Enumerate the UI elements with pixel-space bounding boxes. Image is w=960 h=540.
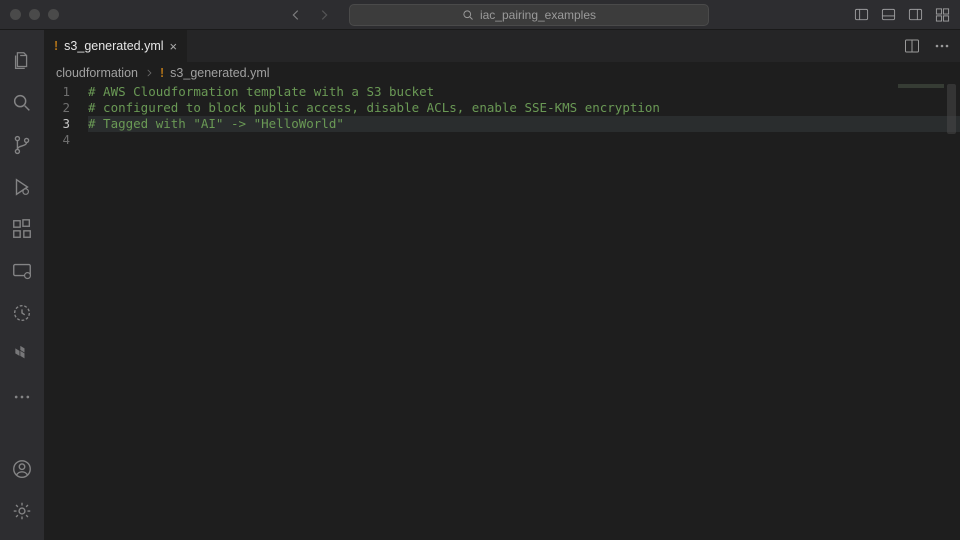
line-content[interactable]: # AWS Cloudformation template with a S3 … — [88, 84, 960, 100]
line-content[interactable]: # Tagged with "AI" -> "HelloWorld" — [88, 116, 960, 132]
search-tab[interactable] — [0, 82, 44, 124]
chevron-right-icon — [144, 68, 154, 78]
editor-line[interactable]: 3# Tagged with "AI" -> "HelloWorld" — [44, 116, 960, 132]
clock-icon — [11, 302, 33, 324]
ellipsis-icon — [12, 387, 32, 407]
titlebar: iac_pairing_examples — [0, 0, 960, 30]
titlebar-layout-controls — [854, 7, 950, 22]
scrollbar[interactable] — [947, 84, 956, 134]
tab-filename: s3_generated.yml — [64, 39, 163, 53]
editor-line[interactable]: 2# configured to block public access, di… — [44, 100, 960, 116]
remote-icon — [11, 260, 33, 282]
yaml-file-icon: ! — [54, 39, 58, 53]
customize-layout-icon[interactable] — [935, 7, 950, 22]
toggle-panel-icon[interactable] — [881, 7, 896, 22]
files-icon — [11, 50, 33, 72]
extensions-tab[interactable] — [0, 208, 44, 250]
terraform-icon — [12, 345, 32, 365]
tab-s3-generated[interactable]: ! s3_generated.yml × — [44, 30, 188, 62]
accounts-button[interactable] — [0, 448, 44, 490]
activity-bar — [0, 30, 44, 540]
yaml-file-icon: ! — [160, 66, 164, 80]
timeline-tab[interactable] — [0, 292, 44, 334]
line-number: 1 — [44, 84, 88, 100]
source-control-tab[interactable] — [0, 124, 44, 166]
line-content[interactable]: # configured to block public access, dis… — [88, 100, 960, 116]
editor[interactable]: 1# AWS Cloudformation template with a S3… — [44, 84, 960, 540]
run-debug-tab[interactable] — [0, 166, 44, 208]
git-branch-icon — [11, 134, 33, 156]
breadcrumb-file[interactable]: s3_generated.yml — [170, 66, 269, 80]
explorer-tab[interactable] — [0, 40, 44, 82]
search-icon — [11, 92, 33, 114]
window-controls — [10, 9, 59, 20]
gear-icon — [11, 500, 33, 522]
editor-tabs: ! s3_generated.yml × — [44, 30, 960, 62]
line-number: 3 — [44, 116, 88, 132]
toggle-secondary-sidebar-icon[interactable] — [908, 7, 923, 22]
terraform-tab[interactable] — [0, 334, 44, 376]
minimap[interactable] — [898, 84, 944, 88]
maximize-window-button[interactable] — [48, 9, 59, 20]
close-tab-button[interactable]: × — [170, 39, 178, 54]
command-center[interactable]: iac_pairing_examples — [349, 4, 709, 26]
settings-button[interactable] — [0, 490, 44, 532]
nav-arrows — [289, 8, 331, 22]
editor-line[interactable]: 4 — [44, 132, 960, 148]
minimize-window-button[interactable] — [29, 9, 40, 20]
line-content[interactable] — [88, 132, 960, 148]
command-center-label: iac_pairing_examples — [480, 8, 596, 22]
editor-line[interactable]: 1# AWS Cloudformation template with a S3… — [44, 84, 960, 100]
more-actions-icon[interactable] — [934, 38, 950, 54]
search-icon — [462, 9, 474, 21]
account-icon — [11, 458, 33, 480]
close-window-button[interactable] — [10, 9, 21, 20]
toggle-primary-sidebar-icon[interactable] — [854, 7, 869, 22]
extensions-icon — [11, 218, 33, 240]
editor-actions — [904, 30, 960, 62]
run-icon — [11, 176, 33, 198]
nav-back-icon[interactable] — [289, 8, 303, 22]
breadcrumb-folder[interactable]: cloudformation — [56, 66, 138, 80]
breadcrumb[interactable]: cloudformation ! s3_generated.yml — [44, 62, 960, 84]
line-number: 4 — [44, 132, 88, 148]
remote-explorer-tab[interactable] — [0, 250, 44, 292]
line-number: 2 — [44, 100, 88, 116]
more-tab[interactable] — [0, 376, 44, 418]
nav-forward-icon[interactable] — [317, 8, 331, 22]
split-editor-icon[interactable] — [904, 38, 920, 54]
